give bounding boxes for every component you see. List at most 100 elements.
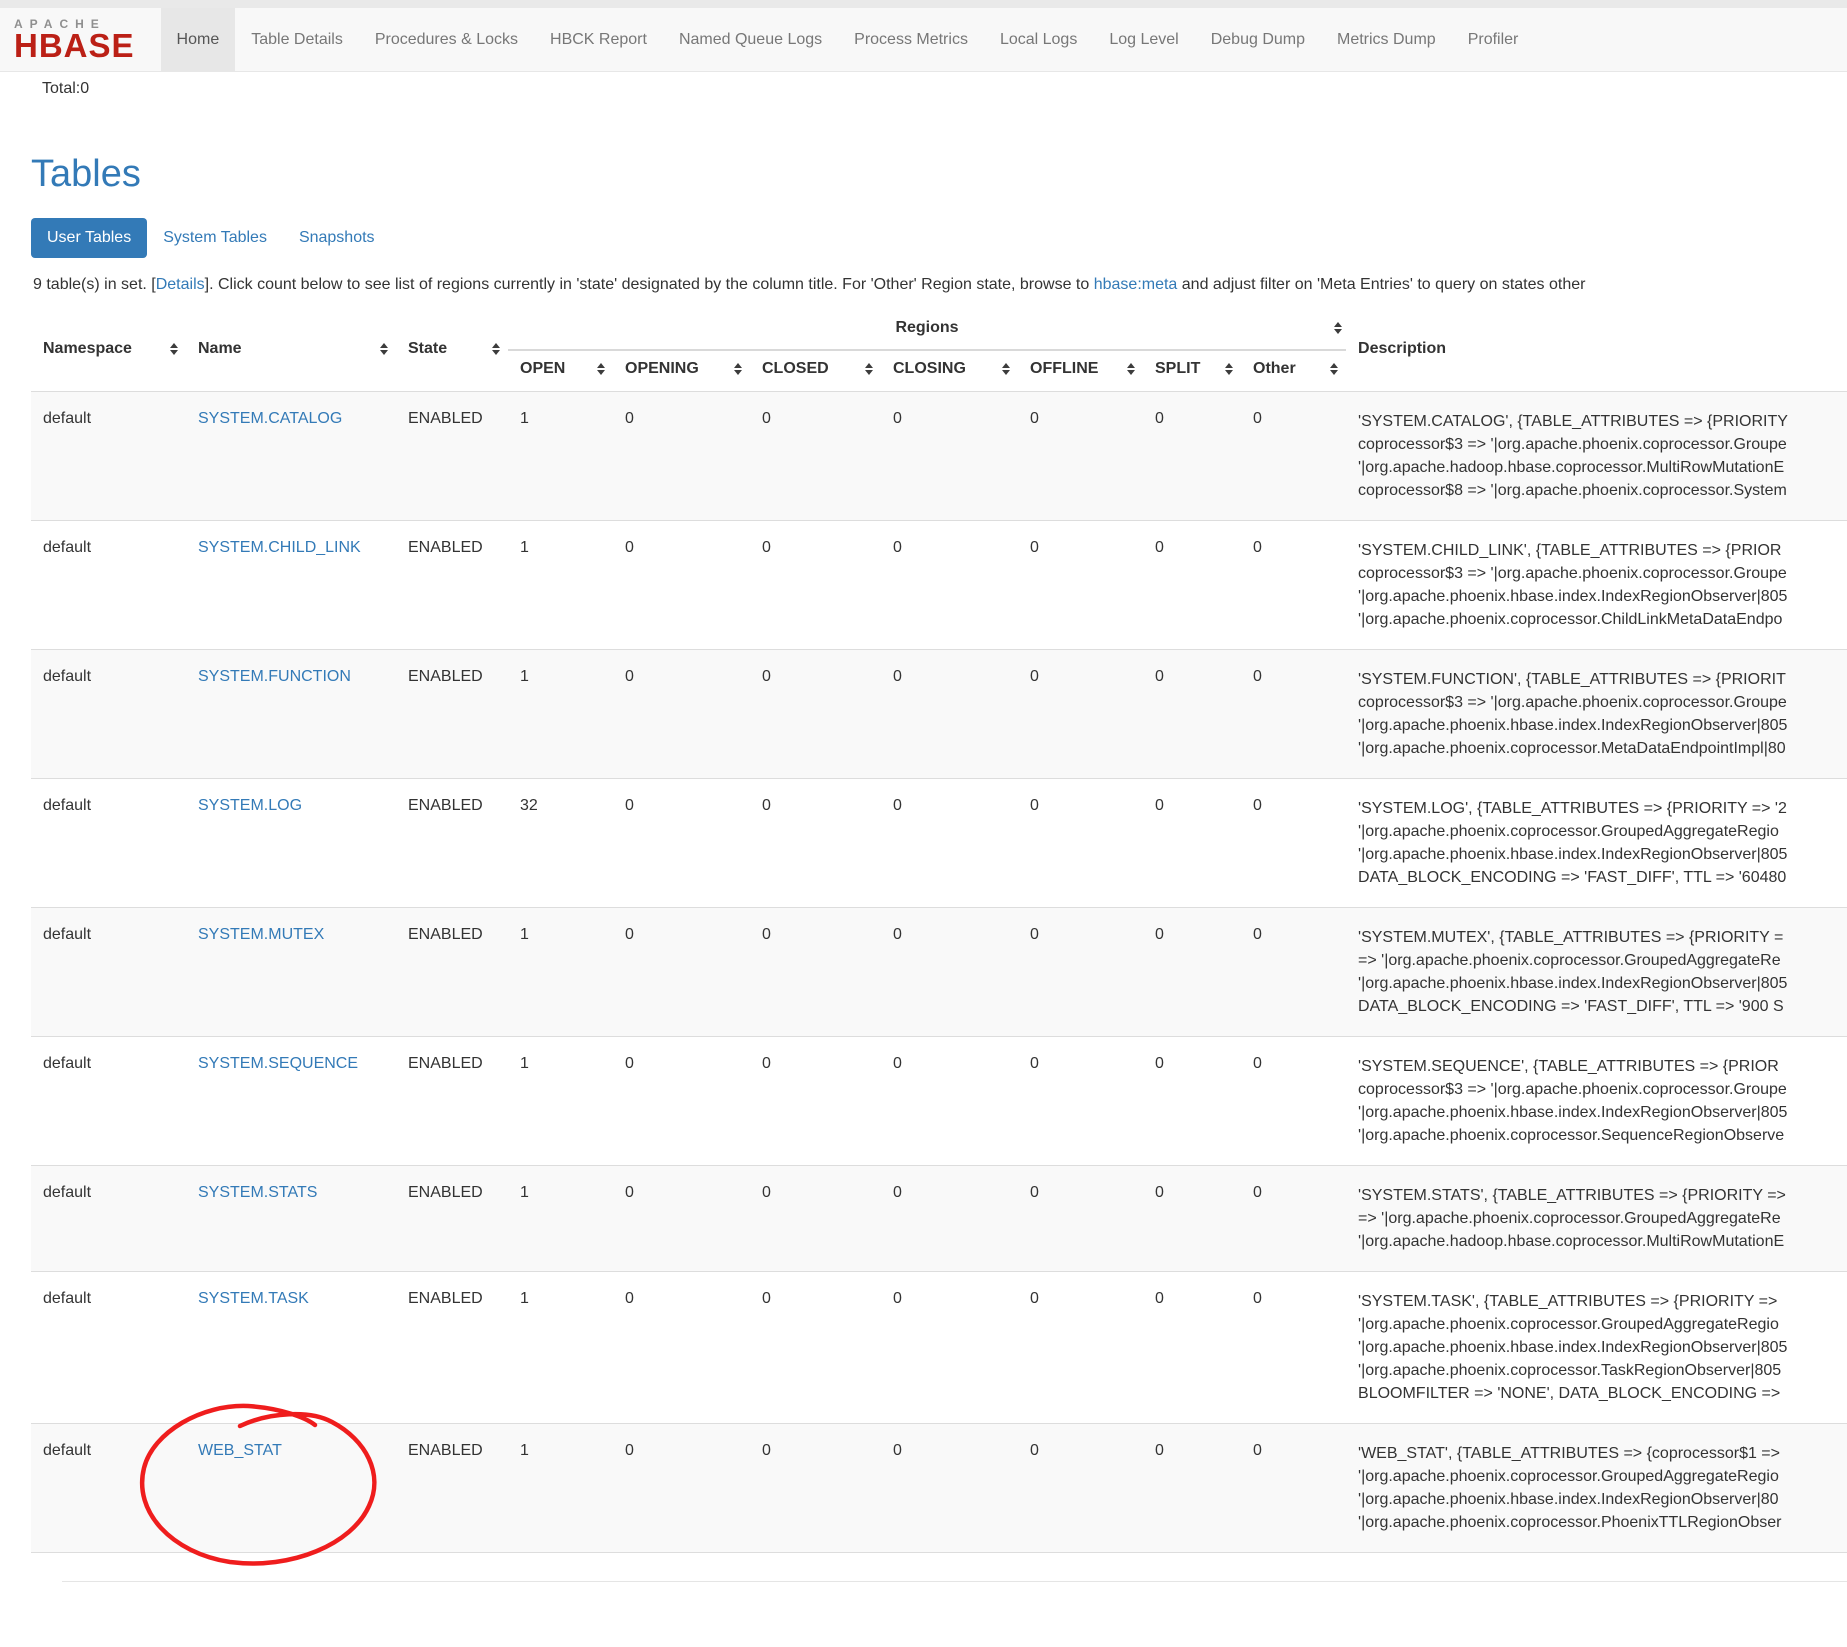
region-count-value[interactable]: 1 (520, 1184, 529, 1202)
region-count-value[interactable]: 0 (1155, 539, 1164, 557)
region-count-value[interactable]: 0 (762, 797, 771, 815)
nav-item[interactable]: Metrics Dump (1321, 8, 1452, 71)
region-count-value[interactable]: 0 (1030, 926, 1039, 944)
region-count-value[interactable]: 0 (625, 926, 634, 944)
sort-icon[interactable] (597, 363, 605, 375)
region-count-value[interactable]: 0 (1253, 1442, 1262, 1460)
region-count-value[interactable]: 0 (1155, 926, 1164, 944)
table-name-link[interactable]: SYSTEM.STATS (198, 1184, 317, 1201)
nav-item[interactable]: Named Queue Logs (663, 8, 838, 71)
region-count-value[interactable]: 0 (1030, 1290, 1039, 1308)
region-count-value[interactable]: 0 (1253, 668, 1262, 686)
nav-item[interactable]: Debug Dump (1195, 8, 1321, 71)
header-region-state[interactable]: SPLIT (1143, 350, 1241, 392)
region-count-value[interactable]: 0 (762, 1184, 771, 1202)
table-name-link[interactable]: SYSTEM.MUTEX (198, 926, 324, 943)
sort-icon[interactable] (1127, 363, 1135, 375)
sort-icon[interactable] (492, 343, 500, 355)
nav-item[interactable]: Log Level (1093, 8, 1194, 71)
region-count-value[interactable]: 0 (1155, 1290, 1164, 1308)
table-name-link[interactable]: SYSTEM.TASK (198, 1290, 309, 1307)
header-region-state[interactable]: Other (1241, 350, 1346, 392)
region-count-value[interactable]: 1 (520, 926, 529, 944)
header-regions-group[interactable]: Regions (508, 308, 1346, 350)
region-count-value[interactable]: 0 (1155, 1442, 1164, 1460)
tab-user-tables[interactable]: User Tables (31, 218, 147, 258)
nav-item[interactable]: Procedures & Locks (359, 8, 534, 71)
region-count-value[interactable]: 0 (1030, 1055, 1039, 1073)
sort-icon[interactable] (1334, 322, 1342, 334)
region-count-value[interactable]: 0 (893, 410, 902, 428)
header-region-state[interactable]: OPENING (613, 350, 750, 392)
hbase-meta-link[interactable]: hbase:meta (1094, 276, 1178, 293)
region-count-value[interactable]: 0 (625, 539, 634, 557)
region-count-value[interactable]: 0 (1030, 797, 1039, 815)
region-count-value[interactable]: 0 (1253, 410, 1262, 428)
region-count-value[interactable]: 0 (893, 1290, 902, 1308)
header-region-state[interactable]: OFFLINE (1018, 350, 1143, 392)
tab-snapshots[interactable]: Snapshots (283, 218, 391, 258)
sort-icon[interactable] (1002, 363, 1010, 375)
table-name-link[interactable]: SYSTEM.CHILD_LINK (198, 539, 361, 556)
table-name-link[interactable]: SYSTEM.CATALOG (198, 410, 342, 427)
nav-item[interactable]: Process Metrics (838, 8, 984, 71)
region-count-value[interactable]: 0 (625, 797, 634, 815)
sort-icon[interactable] (1225, 363, 1233, 375)
region-count-value[interactable]: 0 (1030, 539, 1039, 557)
table-name-link[interactable]: SYSTEM.FUNCTION (198, 668, 351, 685)
region-count-value[interactable]: 0 (1155, 410, 1164, 428)
region-count-value[interactable]: 0 (893, 926, 902, 944)
sort-icon[interactable] (865, 363, 873, 375)
nav-item[interactable]: HBCK Report (534, 8, 663, 71)
region-count-value[interactable]: 0 (762, 1442, 771, 1460)
sort-icon[interactable] (170, 343, 178, 355)
region-count-value[interactable]: 0 (893, 539, 902, 557)
nav-item[interactable]: Profiler (1452, 8, 1535, 71)
details-link[interactable]: Details (156, 276, 205, 293)
region-count-value[interactable]: 0 (1253, 797, 1262, 815)
region-count-value[interactable]: 0 (1253, 926, 1262, 944)
sort-icon[interactable] (1330, 363, 1338, 375)
region-count-value[interactable]: 0 (762, 410, 771, 428)
region-count-value[interactable]: 0 (1030, 410, 1039, 428)
region-count-value[interactable]: 1 (520, 1055, 529, 1073)
table-name-link[interactable]: WEB_STAT (198, 1442, 282, 1459)
region-count-value[interactable]: 0 (893, 797, 902, 815)
region-count-value[interactable]: 0 (1030, 668, 1039, 686)
region-count-value[interactable]: 0 (762, 1290, 771, 1308)
sort-icon[interactable] (734, 363, 742, 375)
region-count-value[interactable]: 0 (893, 1442, 902, 1460)
region-count-value[interactable]: 0 (625, 668, 634, 686)
table-name-link[interactable]: SYSTEM.LOG (198, 797, 302, 814)
header-state[interactable]: State (396, 308, 508, 392)
hbase-logo[interactable]: APACHE HBASE (0, 8, 161, 71)
header-region-state[interactable]: OPEN (508, 350, 613, 392)
region-count-value[interactable]: 0 (1030, 1184, 1039, 1202)
region-count-value[interactable]: 0 (1253, 1290, 1262, 1308)
region-count-value[interactable]: 1 (520, 1442, 529, 1460)
region-count-value[interactable]: 0 (762, 539, 771, 557)
region-count-value[interactable]: 1 (520, 410, 529, 428)
region-count-value[interactable]: 0 (893, 668, 902, 686)
region-count-value[interactable]: 0 (625, 1290, 634, 1308)
region-count-value[interactable]: 0 (625, 1055, 634, 1073)
table-name-link[interactable]: SYSTEM.SEQUENCE (198, 1055, 358, 1072)
region-count-value[interactable]: 0 (625, 1184, 634, 1202)
region-count-value[interactable]: 0 (625, 410, 634, 428)
region-count-value[interactable]: 0 (1155, 1184, 1164, 1202)
region-count-value[interactable]: 1 (520, 1290, 529, 1308)
region-count-value[interactable]: 0 (893, 1184, 902, 1202)
region-count-value[interactable]: 32 (520, 797, 538, 815)
region-count-value[interactable]: 0 (893, 1055, 902, 1073)
region-count-value[interactable]: 0 (1155, 1055, 1164, 1073)
region-count-value[interactable]: 0 (762, 668, 771, 686)
region-count-value[interactable]: 0 (762, 1055, 771, 1073)
tab-system-tables[interactable]: System Tables (147, 218, 283, 258)
region-count-value[interactable]: 0 (1155, 668, 1164, 686)
region-count-value[interactable]: 0 (1030, 1442, 1039, 1460)
region-count-value[interactable]: 0 (1155, 797, 1164, 815)
nav-item[interactable]: Table Details (235, 8, 359, 71)
sort-icon[interactable] (380, 343, 388, 355)
region-count-value[interactable]: 0 (762, 926, 771, 944)
region-count-value[interactable]: 0 (1253, 1184, 1262, 1202)
